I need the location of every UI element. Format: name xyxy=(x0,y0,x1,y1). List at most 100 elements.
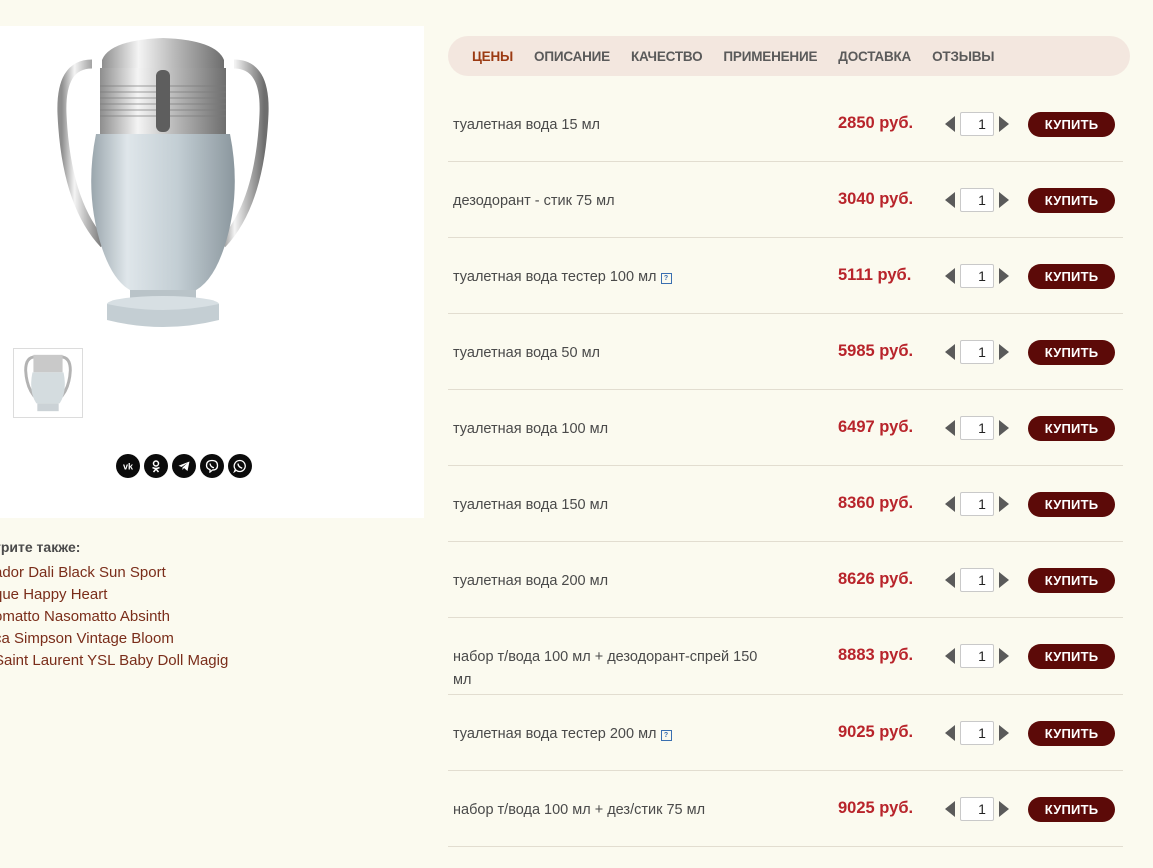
quantity-stepper xyxy=(944,568,1010,592)
quantity-input[interactable] xyxy=(960,721,994,745)
price-row: туалетная вода 50 мл 5985 руб. КУПИТЬ xyxy=(448,314,1123,390)
quantity-stepper xyxy=(944,112,1010,136)
quantity-stepper xyxy=(944,188,1010,212)
product-variant-name: туалетная вода 15 мл xyxy=(453,114,773,137)
increase-quantity-icon[interactable] xyxy=(998,114,1010,134)
decrease-quantity-icon[interactable] xyxy=(944,646,956,666)
buy-button[interactable]: КУПИТЬ xyxy=(1028,340,1115,365)
increase-quantity-icon[interactable] xyxy=(998,646,1010,666)
product-price: 2850 руб. xyxy=(838,114,914,132)
increase-quantity-icon[interactable] xyxy=(998,190,1010,210)
increase-quantity-icon[interactable] xyxy=(998,723,1010,743)
tab-delivery[interactable]: ДОСТАВКА xyxy=(838,49,911,64)
increase-quantity-icon[interactable] xyxy=(998,799,1010,819)
price-row: туалетная вода тестер 200 мл? 9025 руб. … xyxy=(448,695,1123,771)
product-variant-name: дезодорант - стик 75 мл xyxy=(453,190,773,213)
increase-quantity-icon[interactable] xyxy=(998,266,1010,286)
product-variant-label: дезодорант - стик 75 мл xyxy=(453,193,615,209)
telegram-icon[interactable] xyxy=(172,454,196,478)
quantity-stepper xyxy=(944,644,1010,668)
product-variant-name: туалетная вода 50 мл xyxy=(453,342,773,365)
decrease-quantity-icon[interactable] xyxy=(944,114,956,134)
product-price: 5111 руб. xyxy=(838,266,912,284)
svg-text:vk: vk xyxy=(123,462,134,472)
quantity-stepper xyxy=(944,721,1010,745)
tab-reviews[interactable]: ОТЗЫВЫ xyxy=(932,49,994,64)
buy-button[interactable]: КУПИТЬ xyxy=(1028,112,1115,137)
decrease-quantity-icon[interactable] xyxy=(944,418,956,438)
product-variant-label: туалетная вода 200 мл xyxy=(453,573,609,589)
quantity-input[interactable] xyxy=(960,264,994,288)
increase-quantity-icon[interactable] xyxy=(998,570,1010,590)
product-variant-label: туалетная вода 50 мл xyxy=(453,345,601,361)
price-row: набор т/вода 100 мл + дезодорант-спрей 1… xyxy=(448,618,1123,695)
quantity-input[interactable] xyxy=(960,416,994,440)
quantity-stepper xyxy=(944,797,1010,821)
tab-quality[interactable]: КАЧЕСТВО xyxy=(631,49,703,64)
quantity-input[interactable] xyxy=(960,112,994,136)
product-variant-name: набор т/вода 100 мл + дез/стик 75 мл xyxy=(453,799,773,822)
decrease-quantity-icon[interactable] xyxy=(944,266,956,286)
decrease-quantity-icon[interactable] xyxy=(944,190,956,210)
quantity-input[interactable] xyxy=(960,188,994,212)
see-also-link[interactable]: omatto Nasomatto Absinth xyxy=(0,606,414,628)
buy-button[interactable]: КУПИТЬ xyxy=(1028,797,1115,822)
decrease-quantity-icon[interactable] xyxy=(944,723,956,743)
buy-button[interactable]: КУПИТЬ xyxy=(1028,492,1115,517)
product-variant-label: набор т/вода 100 мл + дез/стик 75 мл xyxy=(453,802,706,818)
product-price: 9025 руб. xyxy=(838,723,914,741)
see-also-link[interactable]: ca Simpson Vintage Bloom xyxy=(0,628,414,650)
product-photo xyxy=(57,38,269,327)
quantity-input[interactable] xyxy=(960,340,994,364)
see-also-link[interactable]: ador Dali Black Sun Sport xyxy=(0,562,414,584)
buy-button[interactable]: КУПИТЬ xyxy=(1028,188,1115,213)
help-icon[interactable]: ? xyxy=(660,730,672,741)
price-row: туалетная вода 150 мл 8360 руб. КУПИТЬ xyxy=(448,466,1123,542)
price-row: туалетная вода 15 мл 2850 руб. КУПИТЬ xyxy=(448,86,1123,162)
viber-icon[interactable] xyxy=(200,454,224,478)
odnoklassniki-icon[interactable] xyxy=(144,454,168,478)
increase-quantity-icon[interactable] xyxy=(998,494,1010,514)
share-buttons: vk xyxy=(116,454,252,478)
product-variant-label: туалетная вода 150 мл xyxy=(453,497,609,513)
increase-quantity-icon[interactable] xyxy=(998,342,1010,362)
buy-button[interactable]: КУПИТЬ xyxy=(1028,568,1115,593)
buy-button[interactable]: КУПИТЬ xyxy=(1028,644,1115,669)
product-price: 3040 руб. xyxy=(838,190,914,208)
quantity-input[interactable] xyxy=(960,644,994,668)
see-also-link[interactable]: que Happy Heart xyxy=(0,584,414,606)
product-variant-label: туалетная вода 100 мл xyxy=(453,421,609,437)
tab-prices[interactable]: ЦЕНЫ xyxy=(472,49,513,64)
decrease-quantity-icon[interactable] xyxy=(944,570,956,590)
product-variant-label: набор т/вода 100 мл + дезодорант-спрей 1… xyxy=(453,649,758,688)
product-variant-name: туалетная вода 150 мл xyxy=(453,494,773,517)
buy-button[interactable]: КУПИТЬ xyxy=(1028,721,1115,746)
quantity-input[interactable] xyxy=(960,797,994,821)
quantity-stepper xyxy=(944,340,1010,364)
quantity-input[interactable] xyxy=(960,492,994,516)
see-also-section: трите также: ador Dali Black Sun Sport q… xyxy=(0,538,414,672)
thumbnail-image xyxy=(24,354,72,412)
buy-button[interactable]: КУПИТЬ xyxy=(1028,416,1115,441)
tab-description[interactable]: ОПИСАНИЕ xyxy=(534,49,610,64)
quantity-input[interactable] xyxy=(960,568,994,592)
product-price: 8626 руб. xyxy=(838,570,914,588)
price-row: туалетная вода 100 мл 6497 руб. КУПИТЬ xyxy=(448,390,1123,466)
increase-quantity-icon[interactable] xyxy=(998,418,1010,438)
decrease-quantity-icon[interactable] xyxy=(944,494,956,514)
help-icon[interactable]: ? xyxy=(660,273,672,284)
decrease-quantity-icon[interactable] xyxy=(944,799,956,819)
price-row: дезодорант - стик 75 мл 3040 руб. КУПИТЬ xyxy=(448,162,1123,238)
quantity-stepper xyxy=(944,492,1010,516)
vk-icon[interactable]: vk xyxy=(116,454,140,478)
decrease-quantity-icon[interactable] xyxy=(944,342,956,362)
product-thumbnail[interactable] xyxy=(13,348,83,418)
tab-usage[interactable]: ПРИМЕНЕНИЕ xyxy=(723,49,817,64)
price-list: туалетная вода 15 мл 2850 руб. КУПИТЬ де… xyxy=(448,86,1123,847)
see-also-link[interactable]: Saint Laurent YSL Baby Doll Magig xyxy=(0,650,414,672)
quantity-stepper xyxy=(944,416,1010,440)
price-row: набор т/вода 100 мл + дез/стик 75 мл 902… xyxy=(448,771,1123,847)
buy-button[interactable]: КУПИТЬ xyxy=(1028,264,1115,289)
product-variant-name: туалетная вода 100 мл xyxy=(453,418,773,441)
whatsapp-icon[interactable] xyxy=(228,454,252,478)
